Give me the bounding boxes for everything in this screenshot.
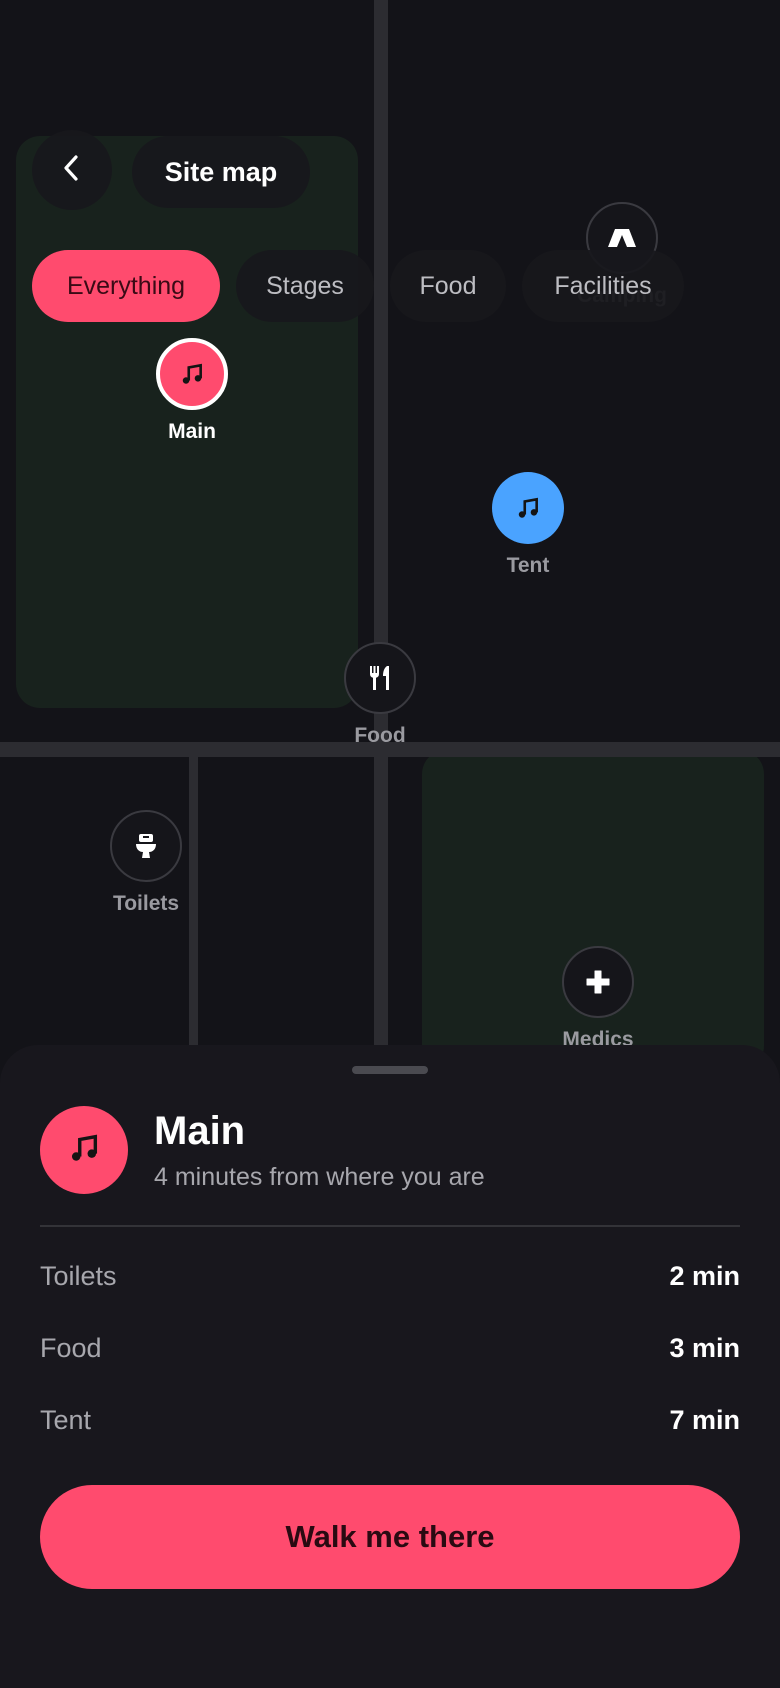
- walk-me-there-button[interactable]: Walk me there: [40, 1485, 740, 1589]
- filter-facilities[interactable]: Facilities: [522, 250, 684, 322]
- nearby-row: Food 3 min: [40, 1328, 740, 1368]
- nearby-name: Toilets: [40, 1260, 117, 1291]
- filter-stages[interactable]: Stages: [236, 250, 374, 322]
- drag-handle[interactable]: [352, 1066, 428, 1074]
- filter-everything[interactable]: Everything: [32, 250, 220, 322]
- nearby-name: Food: [40, 1332, 102, 1363]
- poi-main-label: Main: [168, 420, 216, 443]
- music-note-icon: [179, 361, 205, 387]
- tent-icon: [607, 227, 637, 249]
- green-zone-medics: [422, 750, 764, 1070]
- music-note-icon: [515, 495, 541, 521]
- nearby-time: 2 min: [669, 1260, 740, 1291]
- sheet-subtitle: 4 minutes from where you are: [154, 1163, 485, 1191]
- site-map[interactable]: Camping Main Tent Food Toilets Medics: [0, 0, 780, 1070]
- sheet-title: Main: [154, 1109, 246, 1153]
- nearby-row: Toilets 2 min: [40, 1256, 740, 1296]
- filter-food[interactable]: Food: [390, 250, 506, 322]
- divider: [40, 1225, 740, 1227]
- selected-stage-icon: [40, 1106, 128, 1194]
- poi-toilets-label: Toilets: [112, 892, 180, 915]
- poi-medics[interactable]: [562, 946, 634, 1018]
- poi-food[interactable]: [344, 642, 416, 714]
- page-title: Site map: [164, 156, 278, 187]
- back-button[interactable]: [32, 130, 112, 210]
- nearby-time: 3 min: [669, 1332, 740, 1363]
- poi-main[interactable]: [156, 338, 228, 410]
- chevron-left-icon: [61, 153, 83, 188]
- road-vertical-center: [374, 0, 388, 1045]
- poi-tent-label: Tent: [506, 554, 550, 577]
- fork-knife-icon: [367, 664, 393, 692]
- nearby-name: Tent: [40, 1404, 92, 1435]
- poi-food-label: Food: [354, 724, 406, 747]
- bottom-sheet: Main 4 minutes from where you are Toilet…: [0, 1045, 780, 1688]
- poi-toilets[interactable]: [110, 810, 182, 882]
- medical-cross-icon: [585, 969, 611, 995]
- nearby-time: 7 min: [669, 1404, 740, 1435]
- music-note-icon: [67, 1131, 101, 1170]
- page-title-pill: Site map: [132, 136, 310, 208]
- poi-tent[interactable]: [492, 472, 564, 544]
- nearby-row: Tent 7 min: [40, 1400, 740, 1440]
- toilet-icon: [134, 833, 158, 859]
